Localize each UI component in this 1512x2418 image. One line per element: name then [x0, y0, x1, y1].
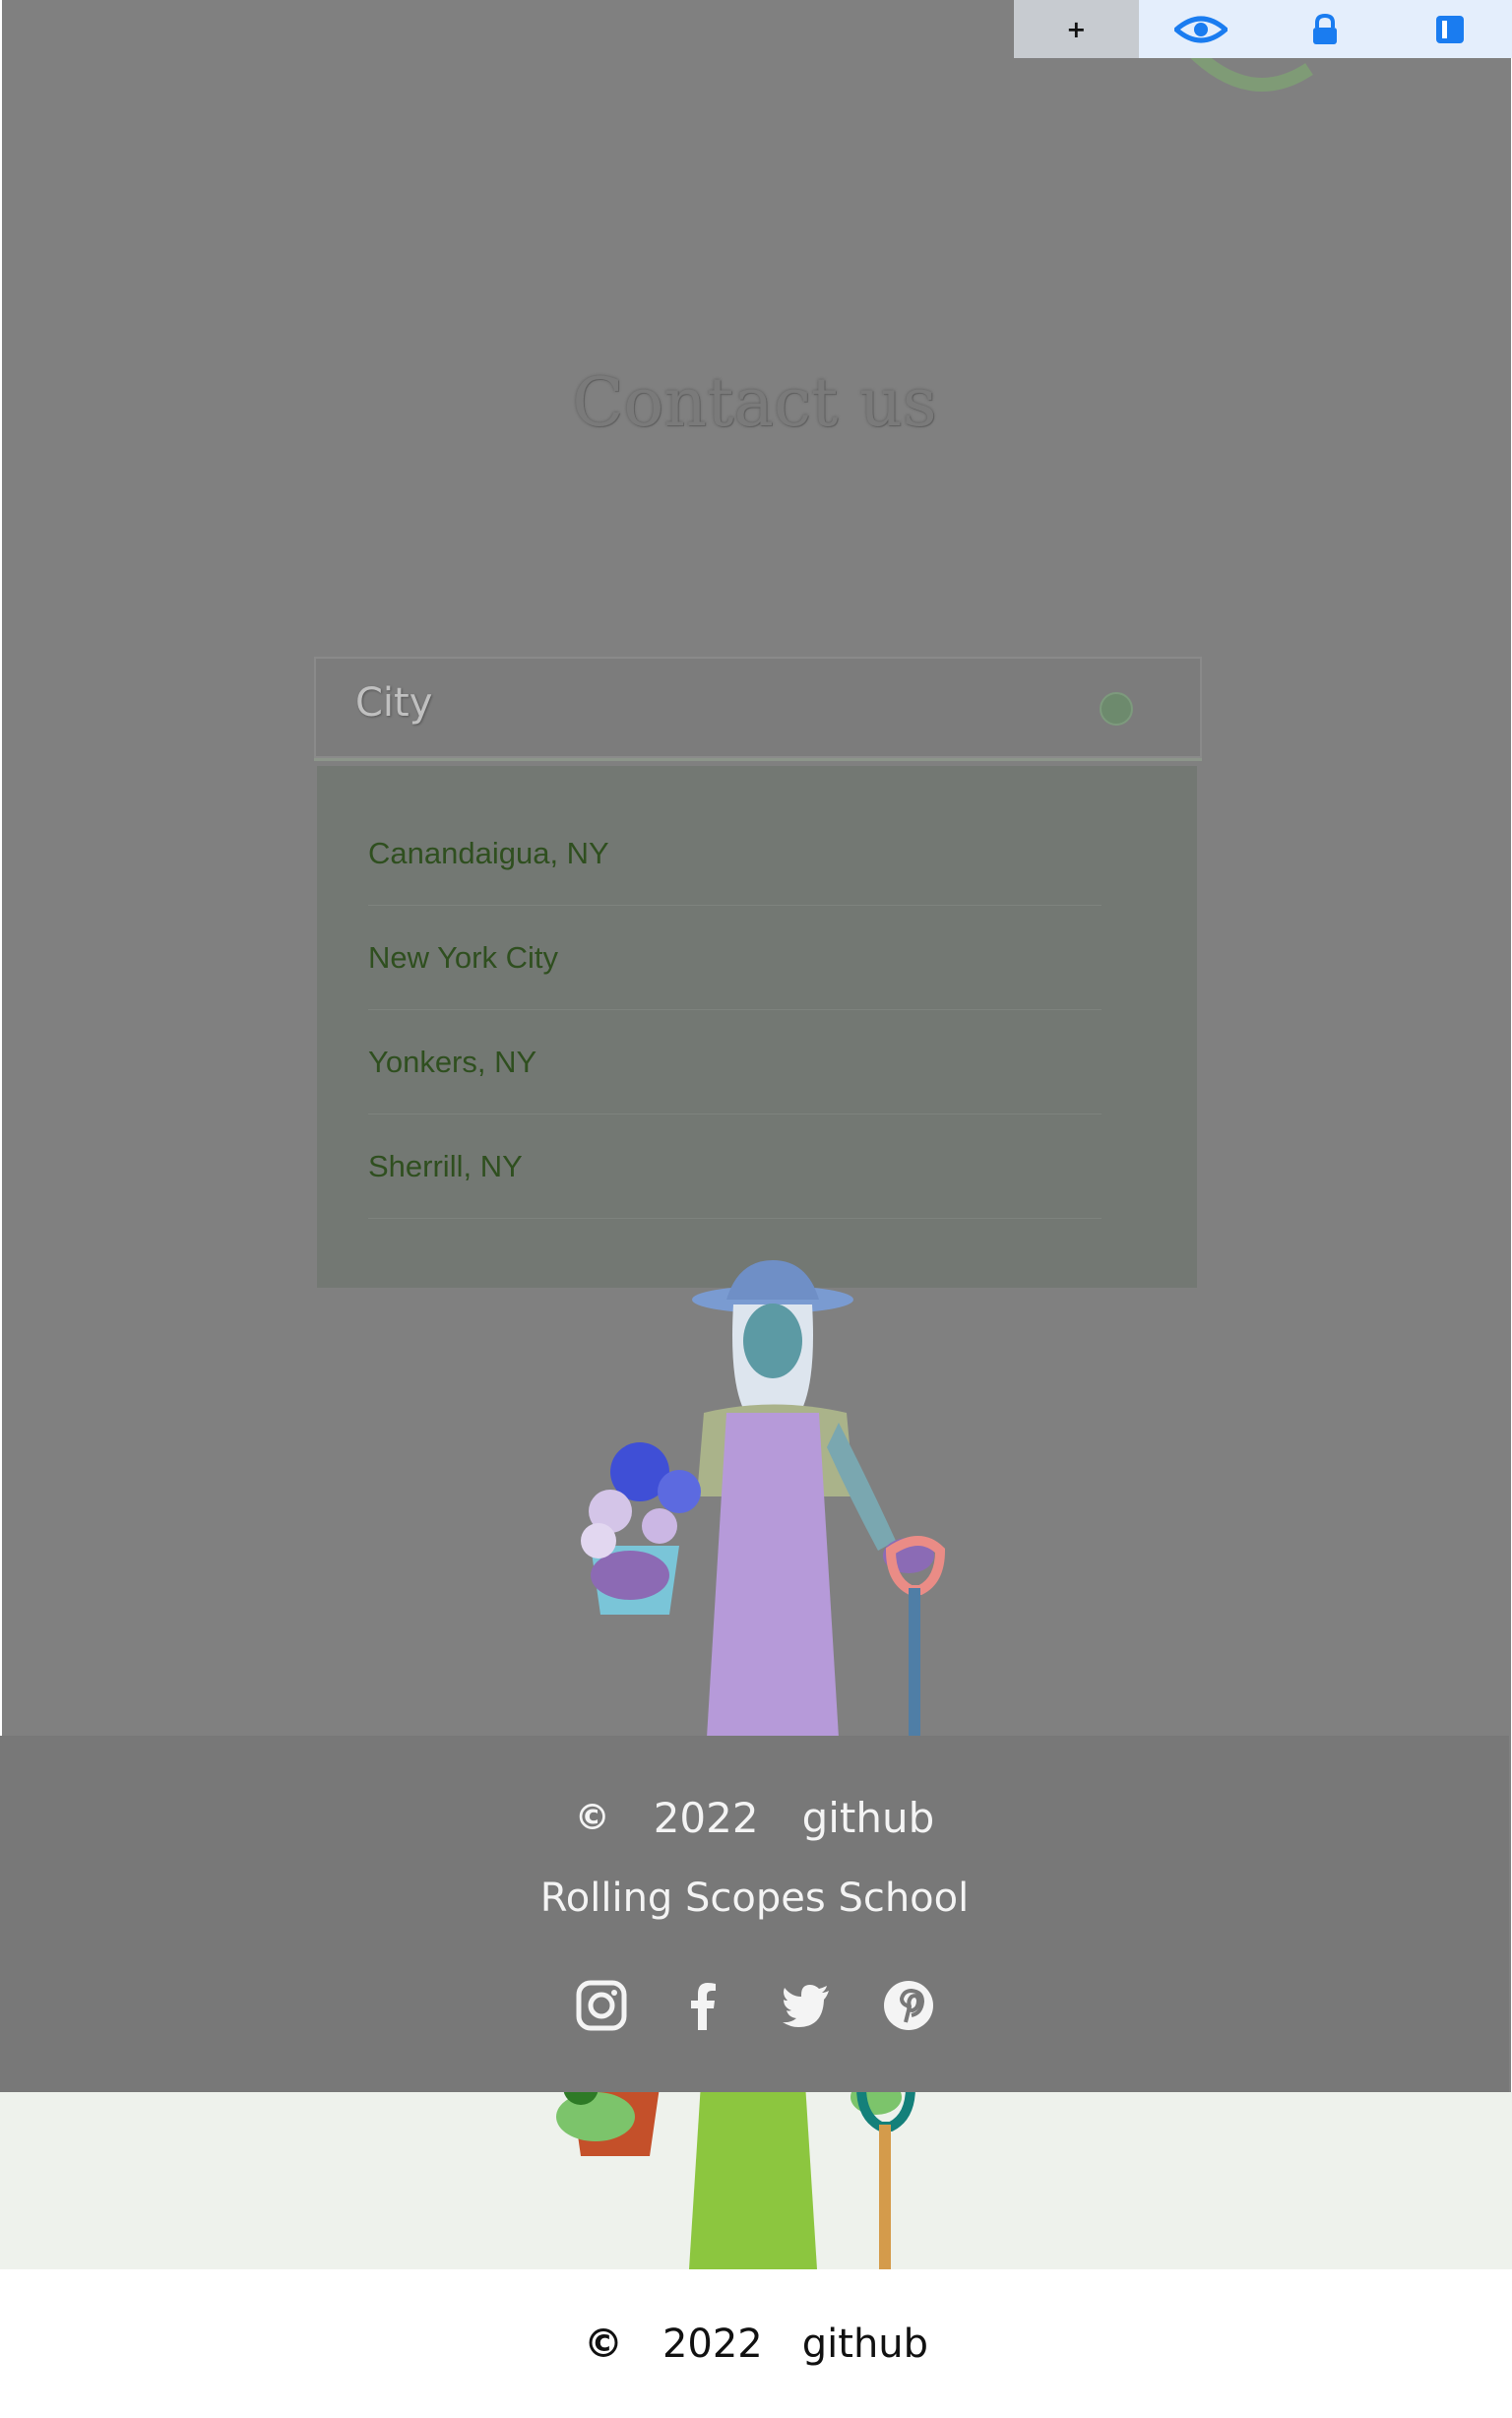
copyright-symbol: © [583, 2321, 623, 2367]
extension-toolbar: + [1014, 0, 1512, 58]
city-select-label: City [355, 680, 433, 726]
city-option-label: Canandaigua, NY [368, 835, 609, 870]
lock-button[interactable] [1263, 0, 1388, 58]
school-link[interactable]: Rolling Scopes School [540, 1876, 969, 1921]
lock-icon [1313, 13, 1338, 44]
city-select[interactable]: City [314, 657, 1202, 758]
github-link[interactable]: github [802, 2322, 928, 2367]
instagram-icon[interactable] [575, 1979, 628, 2032]
footer-year: 2022 [662, 2321, 763, 2367]
bottom-footer: © 2022 github [0, 2269, 1512, 2418]
panel-button[interactable] [1388, 0, 1512, 58]
eye-icon [1173, 16, 1228, 42]
add-label: + [1066, 15, 1087, 43]
facebook-icon[interactable] [677, 1979, 730, 2032]
city-option[interactable]: Yonkers, NY [368, 1010, 1102, 1114]
city-dropdown-list: Canandaigua, NY New York City Yonkers, N… [317, 766, 1197, 1288]
eye-button[interactable] [1139, 0, 1264, 58]
overlay-footer-school: Rolling Scopes School [0, 1876, 1509, 1921]
add-button[interactable]: + [1014, 0, 1139, 58]
contact-title: Contact us [572, 364, 937, 442]
pinterest-icon[interactable] [882, 1979, 935, 2032]
city-option-label: New York City [368, 939, 558, 975]
github-link[interactable]: github [802, 1794, 935, 1842]
city-option[interactable]: Canandaigua, NY [368, 801, 1102, 906]
chevron-down-icon[interactable] [1100, 692, 1133, 726]
city-option[interactable]: New York City [368, 906, 1102, 1010]
copyright-symbol: © [574, 1798, 610, 1838]
twitter-icon[interactable] [780, 1979, 833, 2032]
panel-icon [1435, 15, 1464, 43]
social-links [0, 1979, 1509, 2032]
city-option-label: Sherrill, NY [368, 1148, 523, 1183]
city-option[interactable]: Sherrill, NY [368, 1114, 1102, 1219]
city-option-label: Yonkers, NY [368, 1044, 537, 1079]
footer-year: 2022 [653, 1794, 759, 1842]
overlay-footer-copyright: © 2022 github [0, 1794, 1509, 1842]
gardener-ghost-image [581, 1260, 946, 1738]
